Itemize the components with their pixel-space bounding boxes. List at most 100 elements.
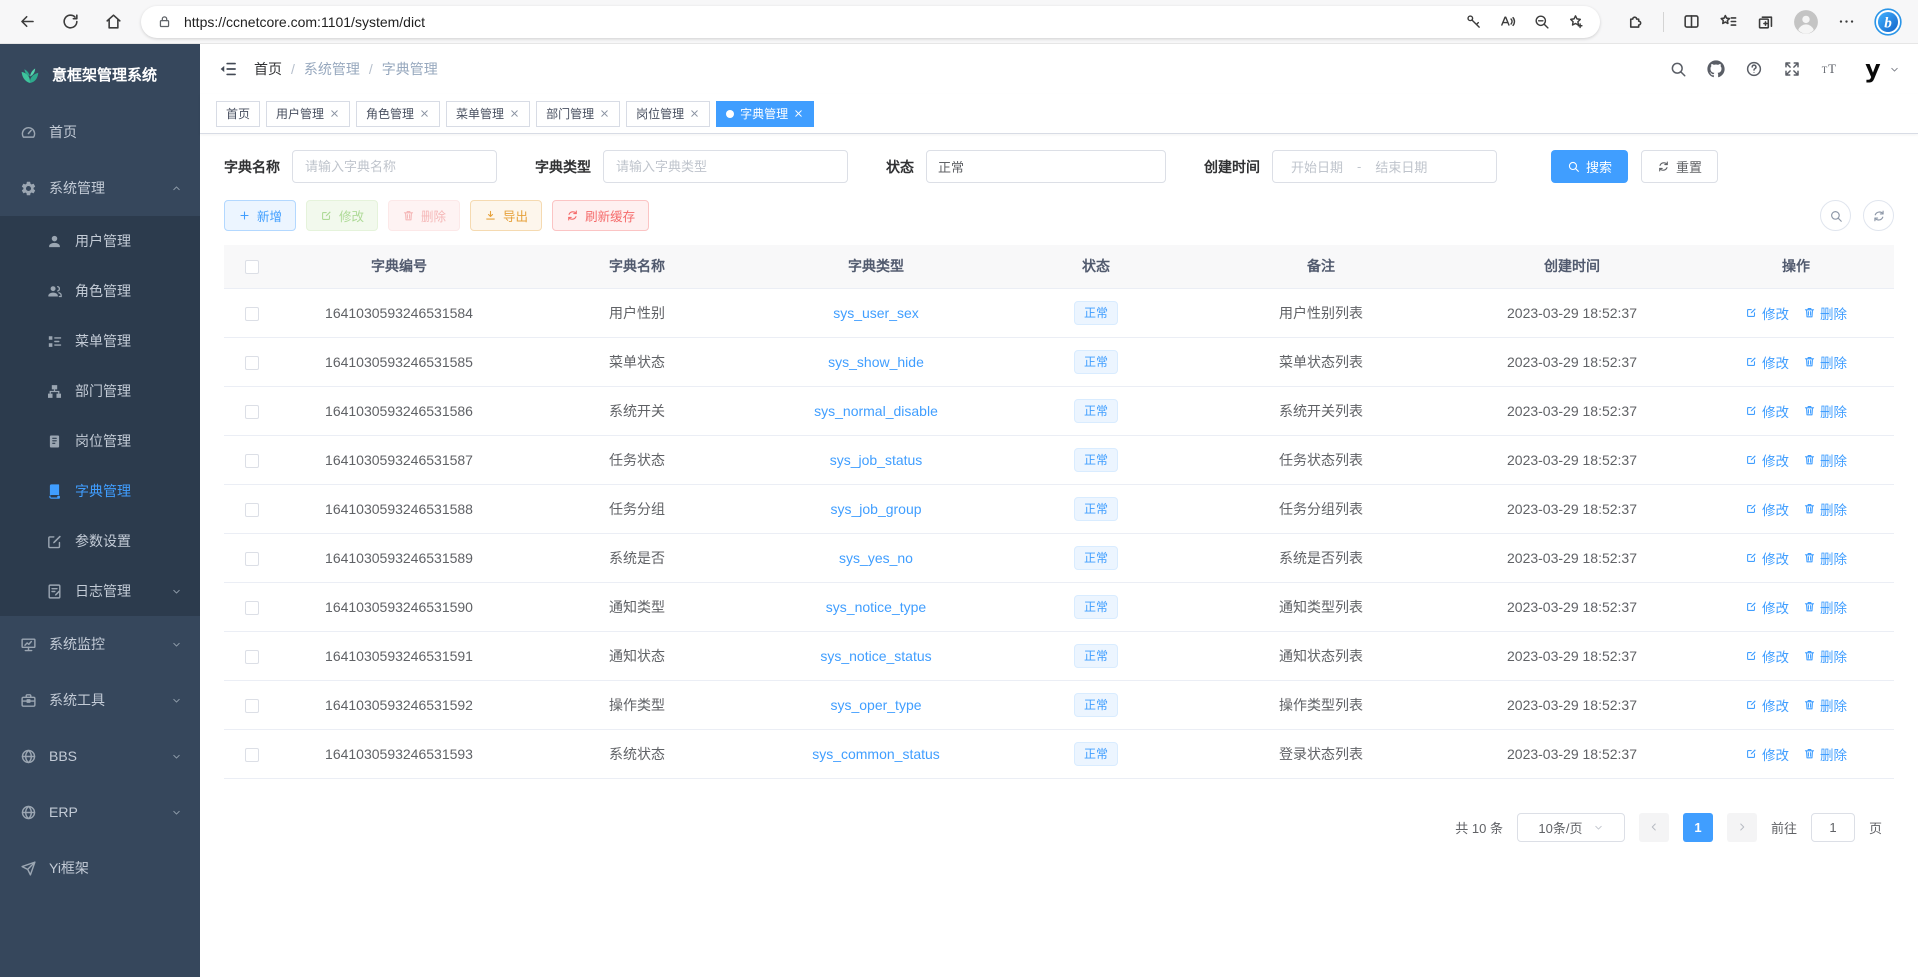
row-checkbox[interactable]	[245, 356, 259, 370]
tab-menu-mgmt[interactable]: 菜单管理	[446, 101, 530, 127]
refresh-icon[interactable]	[61, 12, 80, 31]
read-aloud-icon[interactable]	[1499, 13, 1516, 30]
row-checkbox[interactable]	[245, 699, 259, 713]
sidebar-item-system-monitor[interactable]: 系统监控	[0, 616, 200, 672]
row-edit-link[interactable]: 修改	[1745, 646, 1789, 666]
favorite-add-icon[interactable]	[1567, 13, 1584, 30]
sidebar-item-system-tools[interactable]: 系统工具	[0, 672, 200, 728]
row-delete-link[interactable]: 删除	[1803, 450, 1847, 470]
sidebar-item-log-mgmt[interactable]: 日志管理	[0, 566, 200, 616]
key-icon[interactable]	[1465, 13, 1482, 30]
sidebar-item-menu-mgmt[interactable]: 菜单管理	[0, 316, 200, 366]
row-checkbox[interactable]	[245, 454, 259, 468]
search-icon[interactable]	[1669, 60, 1687, 78]
row-delete-link[interactable]: 删除	[1803, 499, 1847, 519]
back-icon[interactable]	[18, 12, 37, 31]
row-delete-link[interactable]: 删除	[1803, 401, 1847, 421]
date-range-picker[interactable]: 开始日期 - 结束日期	[1272, 150, 1497, 183]
extensions-icon[interactable]	[1626, 12, 1645, 31]
row-edit-link[interactable]: 修改	[1745, 499, 1789, 519]
close-icon[interactable]	[419, 108, 430, 119]
row-delete-link[interactable]: 删除	[1803, 646, 1847, 666]
breadcrumb-item[interactable]: 首页	[254, 59, 282, 79]
tab-dept-mgmt[interactable]: 部门管理	[536, 101, 620, 127]
dict-type-link[interactable]: sys_job_status	[830, 452, 923, 468]
row-checkbox[interactable]	[245, 503, 259, 517]
prev-page-button[interactable]	[1639, 813, 1669, 842]
close-icon[interactable]	[329, 108, 340, 119]
dict-type-link[interactable]: sys_notice_type	[826, 599, 926, 615]
sidebar-item-dept-mgmt[interactable]: 部门管理	[0, 366, 200, 416]
close-icon[interactable]	[509, 108, 520, 119]
row-edit-link[interactable]: 修改	[1745, 352, 1789, 372]
goto-page-input[interactable]	[1811, 813, 1855, 842]
bing-icon[interactable]: b	[1874, 8, 1902, 36]
row-checkbox[interactable]	[245, 601, 259, 615]
tab-post-mgmt[interactable]: 岗位管理	[626, 101, 710, 127]
row-edit-link[interactable]: 修改	[1745, 548, 1789, 568]
sidebar-item-post-mgmt[interactable]: 岗位管理	[0, 416, 200, 466]
select-all-checkbox[interactable]	[245, 260, 259, 274]
current-page-button[interactable]: 1	[1683, 813, 1713, 842]
row-edit-link[interactable]: 修改	[1745, 450, 1789, 470]
row-checkbox[interactable]	[245, 405, 259, 419]
sidebar-item-system-mgmt[interactable]: 系统管理	[0, 160, 200, 216]
row-delete-link[interactable]: 删除	[1803, 303, 1847, 323]
next-page-button[interactable]	[1727, 813, 1757, 842]
add-button[interactable]: 新增	[224, 200, 296, 231]
dict-type-link[interactable]: sys_show_hide	[828, 354, 924, 370]
status-select[interactable]: 正常	[926, 150, 1166, 183]
refresh-cache-button[interactable]: 刷新缓存	[552, 200, 649, 231]
row-checkbox[interactable]	[245, 650, 259, 664]
address-bar[interactable]: https://ccnetcore.com:1101/system/dict	[141, 6, 1600, 38]
dict-type-link[interactable]: sys_yes_no	[839, 550, 913, 566]
home-icon[interactable]	[104, 12, 123, 31]
sidebar-item-param-settings[interactable]: 参数设置	[0, 516, 200, 566]
sidebar-item-home[interactable]: 首页	[0, 104, 200, 160]
user-menu[interactable]: y	[1865, 56, 1900, 83]
dict-name-input[interactable]	[292, 150, 497, 183]
help-icon[interactable]	[1745, 60, 1763, 78]
reset-button[interactable]: 重置	[1641, 150, 1718, 183]
sidebar-item-role-mgmt[interactable]: 角色管理	[0, 266, 200, 316]
tab-role-mgmt[interactable]: 角色管理	[356, 101, 440, 127]
row-delete-link[interactable]: 删除	[1803, 352, 1847, 372]
row-edit-link[interactable]: 修改	[1745, 401, 1789, 421]
more-icon[interactable]	[1837, 12, 1856, 31]
split-screen-icon[interactable]	[1682, 12, 1701, 31]
sidebar-item-dict-mgmt[interactable]: 字典管理	[0, 466, 200, 516]
zoom-out-icon[interactable]	[1533, 13, 1550, 30]
profile-avatar[interactable]	[1793, 9, 1819, 35]
row-edit-link[interactable]: 修改	[1745, 303, 1789, 323]
row-checkbox[interactable]	[245, 748, 259, 762]
github-icon[interactable]	[1707, 60, 1725, 78]
row-edit-link[interactable]: 修改	[1745, 695, 1789, 715]
row-edit-link[interactable]: 修改	[1745, 744, 1789, 764]
dict-type-input[interactable]	[603, 150, 848, 183]
sidebar-item-erp[interactable]: ERP	[0, 784, 200, 840]
font-size-icon[interactable]: TT	[1821, 60, 1839, 78]
dict-type-link[interactable]: sys_normal_disable	[814, 403, 938, 419]
close-icon[interactable]	[599, 108, 610, 119]
row-delete-link[interactable]: 删除	[1803, 548, 1847, 568]
dict-type-link[interactable]: sys_common_status	[812, 746, 940, 762]
tab-user-mgmt[interactable]: 用户管理	[266, 101, 350, 127]
close-icon[interactable]	[793, 108, 804, 119]
favorites-bar-icon[interactable]	[1719, 12, 1738, 31]
row-checkbox[interactable]	[245, 552, 259, 566]
row-edit-link[interactable]: 修改	[1745, 597, 1789, 617]
export-button[interactable]: 导出	[470, 200, 542, 231]
toggle-search-button[interactable]	[1820, 200, 1851, 231]
dict-type-link[interactable]: sys_oper_type	[830, 697, 921, 713]
row-delete-link[interactable]: 删除	[1803, 597, 1847, 617]
sidebar-item-bbs[interactable]: BBS	[0, 728, 200, 784]
refresh-table-button[interactable]	[1863, 200, 1894, 231]
dict-type-link[interactable]: sys_job_group	[830, 501, 921, 517]
page-size-select[interactable]: 10条/页	[1517, 813, 1625, 842]
dict-type-link[interactable]: sys_notice_status	[820, 648, 931, 664]
sidebar-item-yi-framework[interactable]: Yi框架	[0, 840, 200, 896]
tab-home[interactable]: 首页	[216, 101, 260, 127]
sidebar-fold-icon[interactable]	[218, 59, 238, 79]
close-icon[interactable]	[689, 108, 700, 119]
search-button[interactable]: 搜索	[1551, 150, 1628, 183]
